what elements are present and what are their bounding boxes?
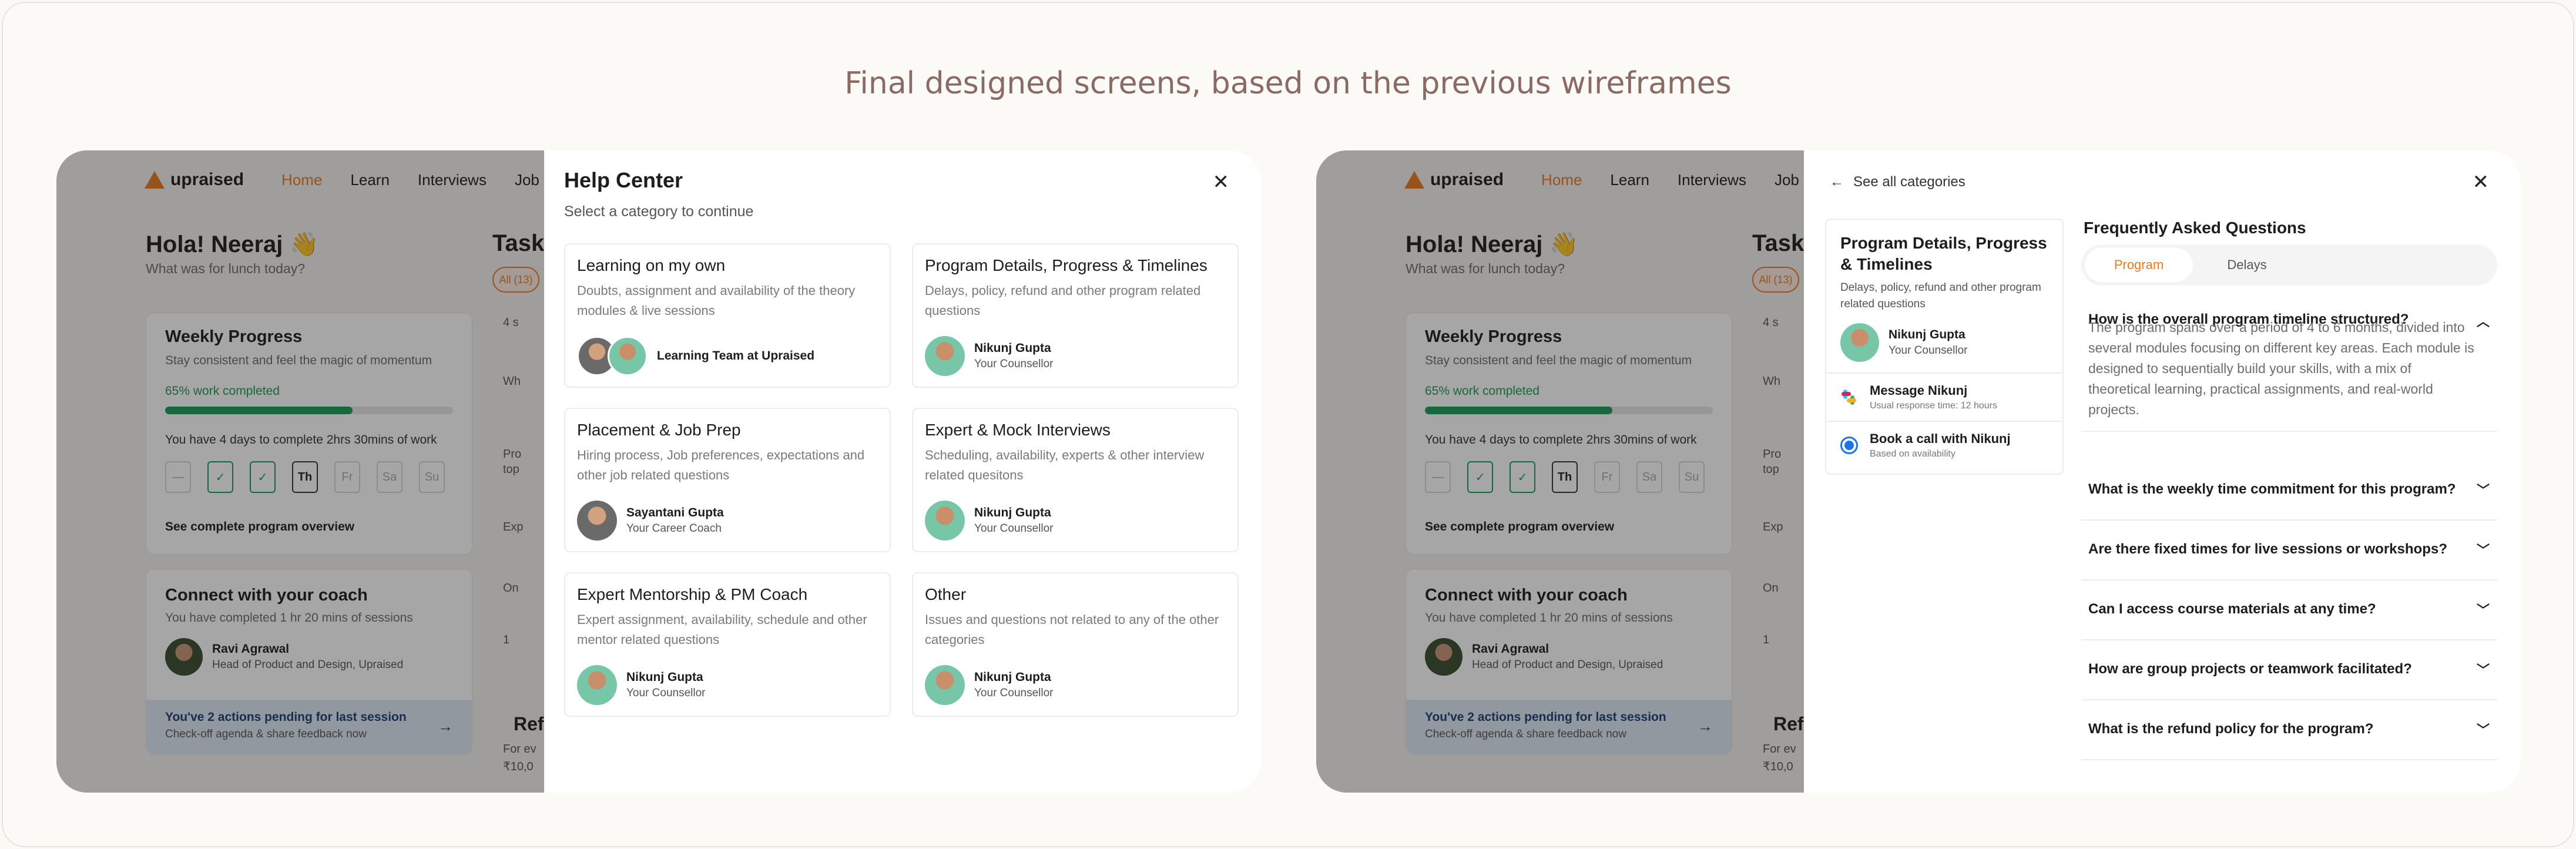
category-title: Other — [925, 585, 967, 603]
contact-name: Sayantani Gupta — [626, 506, 724, 519]
counsellor: Nikunj Gupta Your Counsellor — [1826, 323, 2062, 373]
close-icon[interactable]: ✕ — [1213, 170, 1230, 194]
chevron-down-icon: ﹀ — [2476, 483, 2490, 498]
contact-name: Nikunj Gupta — [626, 670, 703, 684]
counsellor-name: Nikunj Gupta — [1889, 328, 1965, 341]
counsellor-role: Your Counsellor — [1889, 344, 1968, 357]
chevron-down-icon: ﹀ — [2476, 603, 2490, 618]
category-title: Expert & Mock Interviews — [925, 421, 1111, 439]
contact-role: Your Counsellor — [974, 358, 1054, 370]
avatar — [1840, 323, 1879, 362]
faq-title: Frequently Asked Questions — [2084, 219, 2306, 237]
slack-icon — [1840, 388, 1858, 406]
message-option[interactable]: Message Nikunj Usual response time: 12 ho… — [1826, 373, 2062, 421]
faq-item[interactable]: Can I access course materials at any tim… — [2081, 579, 2497, 640]
category-desc: Delays, policy, refund and other program… — [925, 283, 1201, 318]
chevron-up-icon: ︿ — [2476, 314, 2490, 329]
faq-answer: The program spans over a period of 4 to … — [2088, 320, 2474, 417]
help-center-modal: Help Center Select a category to continu… — [544, 150, 1261, 793]
category-card[interactable]: Program Details, Progress & Timelines De… — [912, 243, 1239, 388]
message-title: Message Nikunj — [1870, 383, 1968, 398]
faq-question: What is the refund policy for the progra… — [2088, 721, 2374, 737]
category-card[interactable]: Expert Mentorship & PM Coach Expert assi… — [564, 572, 891, 717]
category-title: Program Details, Progress & Timelines — [925, 256, 1208, 274]
contact-role: Your Counsellor — [974, 687, 1054, 699]
category-desc: Scheduling, availability, experts & othe… — [925, 448, 1205, 482]
faq-tabs: Program Delays — [2081, 244, 2497, 286]
chevron-down-icon: ﹀ — [2476, 723, 2490, 737]
avatar — [925, 665, 965, 705]
contact-role: Your Career Coach — [626, 522, 722, 535]
category-card[interactable]: Other Issues and questions not related t… — [912, 572, 1239, 717]
chevron-down-icon: ﹀ — [2476, 543, 2490, 558]
sidebar-desc: Delays, policy, refund and other program… — [1840, 281, 2041, 310]
category-card[interactable]: Learning on my own Doubts, assignment an… — [564, 243, 891, 388]
back-arrow-icon: ← — [1830, 174, 1844, 190]
category-title: Learning on my own — [577, 256, 726, 274]
contact-name: Nikunj Gupta — [974, 670, 1051, 684]
modal-subtitle: Select a category to continue — [564, 203, 754, 220]
modal-title: Help Center — [564, 168, 683, 192]
category-card[interactable]: Placement & Job Prep Hiring process, Job… — [564, 408, 891, 552]
category-card[interactable]: Expert & Mock Interviews Scheduling, ava… — [912, 408, 1239, 552]
back-to-categories[interactable]: ← See all categories — [1830, 174, 1965, 190]
contact-name: Learning Team at Upraised — [657, 349, 815, 363]
category-title: Placement & Job Prep — [577, 421, 741, 439]
tab-program[interactable]: Program — [2085, 248, 2193, 282]
category-desc: Issues and questions not related to any … — [925, 612, 1219, 647]
category-desc: Hiring process, Job preferences, expecta… — [577, 448, 865, 482]
overlay-scrim[interactable] — [56, 150, 544, 793]
overlay-scrim[interactable] — [1316, 150, 1804, 793]
faq-item[interactable]: How are group projects or teamwork facil… — [2081, 639, 2497, 700]
avatar-group — [577, 336, 648, 376]
back-label: See all categories — [1853, 174, 1965, 190]
call-title: Book a call with Nikunj — [1870, 431, 2011, 446]
call-subtitle: Based on availability — [1870, 449, 1956, 459]
category-title: Expert Mentorship & PM Coach — [577, 585, 808, 603]
category-sidebar: Program Details, Progress & Timelines De… — [1825, 219, 2064, 475]
sidebar-title: Program Details, Progress & Timelines — [1840, 234, 2047, 273]
contact-name: Nikunj Gupta — [974, 506, 1051, 519]
faq-item[interactable]: What is the refund policy for the progra… — [2081, 699, 2497, 760]
category-contact: Nikunj Gupta Your Counsellor — [925, 501, 1226, 541]
message-subtitle: Usual response time: 12 hours — [1870, 401, 1997, 411]
faq-item[interactable]: Are there fixed times for live sessions … — [2081, 519, 2497, 580]
avatar — [608, 336, 648, 376]
screen-help-center: upraised Home Learn Interviews Job Hola!… — [56, 150, 1261, 793]
chevron-down-icon: ﹀ — [2476, 663, 2490, 677]
contact-role: Your Counsellor — [974, 522, 1054, 535]
faq-question: Are there fixed times for live sessions … — [2088, 541, 2447, 557]
category-contact: Learning Team at Upraised — [577, 336, 878, 376]
close-icon[interactable]: ✕ — [2473, 170, 2490, 194]
category-contact: Nikunj Gupta Your Counsellor — [577, 665, 878, 705]
faq-question: What is the weekly time commitment for t… — [2088, 481, 2456, 497]
tab-delays[interactable]: Delays — [2193, 248, 2301, 282]
category-contact: Sayantani Gupta Your Career Coach — [577, 501, 878, 541]
faq-item-expanded[interactable]: How is the overall program timeline stru… — [2081, 291, 2497, 432]
avatar — [925, 336, 965, 376]
avatar — [925, 501, 965, 541]
avatar — [577, 665, 617, 705]
screen-faq: upraised Home Learn Interviews Job Hola!… — [1316, 150, 2521, 793]
avatar — [577, 501, 617, 541]
faq-item[interactable]: What is the weekly time commitment for t… — [2081, 459, 2497, 521]
faq-panel: ← See all categories ✕ Program Details, … — [1804, 150, 2521, 793]
contact-name: Nikunj Gupta — [974, 341, 1051, 355]
book-call-option[interactable]: Book a call with Nikunj Based on availabi… — [1826, 421, 2062, 469]
category-contact: Nikunj Gupta Your Counsellor — [925, 665, 1226, 705]
faq-question: How are group projects or teamwork facil… — [2088, 661, 2412, 677]
category-desc: Doubts, assignment and availability of t… — [577, 283, 856, 318]
contact-role: Your Counsellor — [626, 687, 706, 699]
page-headline: Final designed screens, based on the pre… — [844, 66, 1732, 101]
category-contact: Nikunj Gupta Your Counsellor — [925, 336, 1226, 376]
faq-question: Can I access course materials at any tim… — [2088, 601, 2376, 617]
category-desc: Expert assignment, availability, schedul… — [577, 612, 867, 647]
radio-icon — [1840, 437, 1858, 454]
